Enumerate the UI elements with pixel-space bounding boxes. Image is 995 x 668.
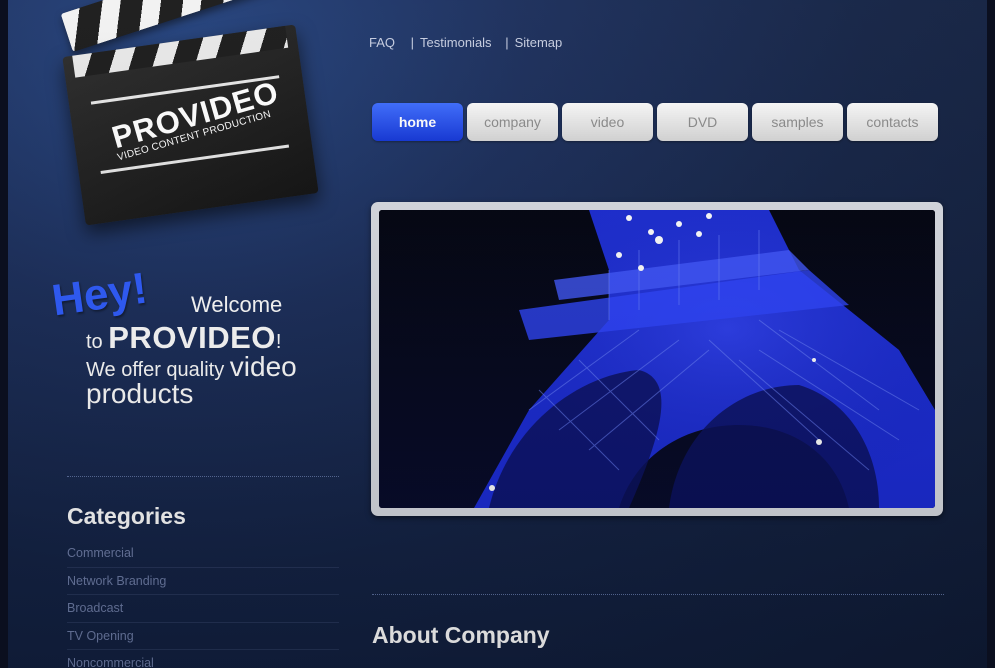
- categories-title: Categories: [67, 503, 186, 529]
- tab-company[interactable]: company: [467, 103, 558, 141]
- about-company-title: About Company: [372, 622, 550, 648]
- hero-image-frame: [371, 202, 943, 516]
- category-item-network-branding[interactable]: Network Branding: [67, 568, 339, 595]
- category-item-noncommercial[interactable]: Noncommercial: [67, 650, 339, 668]
- clapperboard-icon: PROVIDEO VIDEO CONTENT PRODUCTION: [62, 24, 319, 226]
- welcome-line-1: Welcome: [191, 292, 283, 317]
- logo[interactable]: PROVIDEO VIDEO CONTENT PRODUCTION: [60, 0, 328, 244]
- category-item-commercial[interactable]: Commercial: [67, 540, 339, 568]
- top-link-faq[interactable]: FAQ: [369, 35, 395, 50]
- top-link-testimonials[interactable]: Testimonials: [420, 35, 492, 50]
- tab-contacts[interactable]: contacts: [847, 103, 938, 141]
- tab-home[interactable]: home: [372, 103, 463, 141]
- category-item-broadcast[interactable]: Broadcast: [67, 595, 339, 623]
- welcome-line-4: products: [86, 378, 194, 409]
- tab-video[interactable]: video: [562, 103, 653, 141]
- page: PROVIDEO VIDEO CONTENT PRODUCTION FAQ | T…: [8, 0, 987, 668]
- tab-dvd[interactable]: DVD: [657, 103, 748, 141]
- main-nav: home company video DVD samples contacts: [372, 103, 938, 141]
- top-link-sitemap[interactable]: Sitemap: [515, 35, 563, 50]
- hey-heading: Hey!: [48, 263, 151, 326]
- eiffel-tower-image: [379, 210, 935, 508]
- top-links: FAQ | Testimonials | Sitemap: [369, 35, 563, 50]
- divider: [372, 594, 944, 595]
- category-item-tv-opening[interactable]: TV Opening: [67, 623, 339, 650]
- divider: [67, 476, 339, 477]
- categories-list: Commercial Network Branding Broadcast TV…: [67, 540, 339, 668]
- tab-samples[interactable]: samples: [752, 103, 843, 141]
- hero-image: [379, 210, 935, 508]
